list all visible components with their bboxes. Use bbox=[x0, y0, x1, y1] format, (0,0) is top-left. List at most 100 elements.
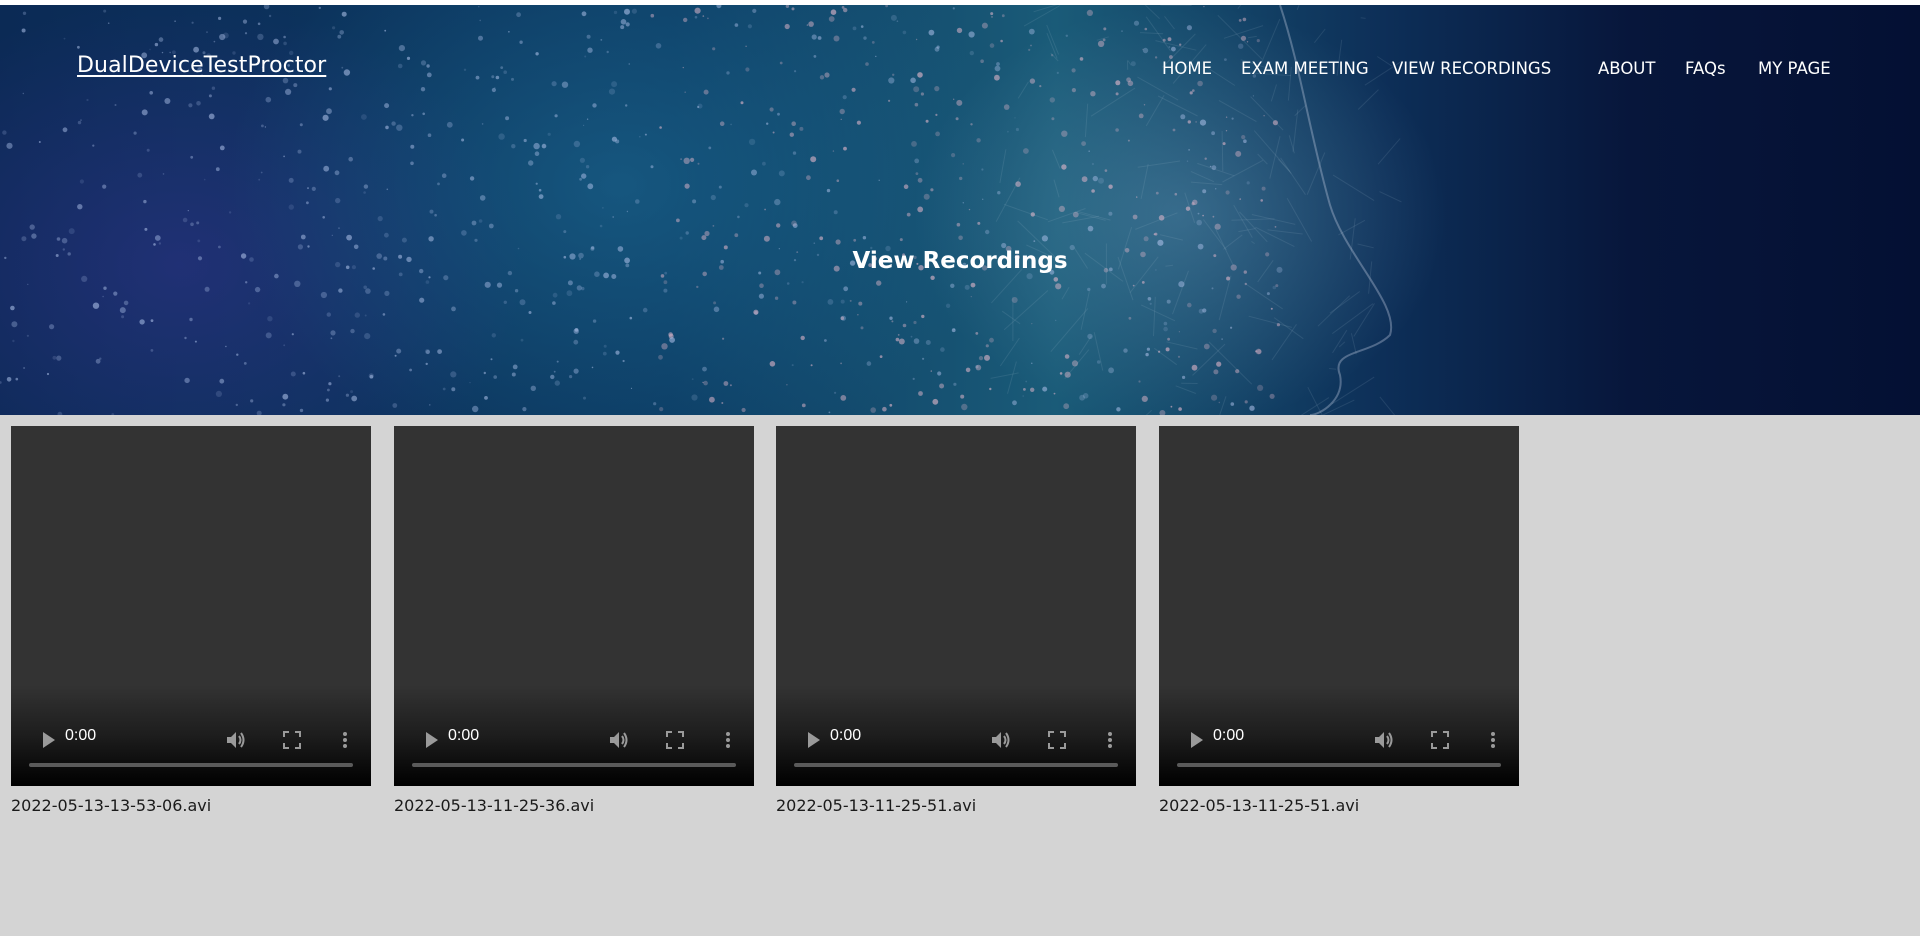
particle-dot bbox=[119, 307, 126, 314]
nav-about[interactable]: ABOUT bbox=[1598, 59, 1655, 78]
nav-my-page[interactable]: MY PAGE bbox=[1758, 59, 1831, 78]
volume-icon[interactable] bbox=[225, 729, 247, 751]
particle-dot bbox=[691, 378, 694, 380]
wireframe-line bbox=[1080, 291, 1090, 330]
particle-dot bbox=[337, 34, 342, 39]
particle-dot bbox=[328, 382, 332, 386]
particle-dot bbox=[1022, 395, 1024, 397]
particle-dot bbox=[776, 223, 781, 228]
particle-dot bbox=[1108, 211, 1113, 216]
volume-icon[interactable] bbox=[608, 729, 630, 751]
video-player[interactable]: 0:00 bbox=[1159, 426, 1519, 786]
video-player[interactable]: 0:00 bbox=[394, 426, 754, 786]
particle-dot bbox=[1163, 326, 1168, 332]
recording-card: 0:00 2022-05-13-11-25-36.avi bbox=[394, 426, 754, 815]
fullscreen-icon[interactable] bbox=[1048, 731, 1066, 749]
fullscreen-icon[interactable] bbox=[1431, 731, 1449, 749]
particle-dot bbox=[603, 344, 607, 348]
more-vertical-icon[interactable] bbox=[342, 731, 348, 749]
video-progress-bar[interactable] bbox=[794, 763, 1118, 767]
particle-dot bbox=[639, 135, 641, 138]
particle-dot bbox=[1230, 402, 1235, 406]
nav-exam-meeting[interactable]: EXAM MEETING bbox=[1241, 59, 1369, 78]
particle-dot bbox=[107, 22, 110, 25]
particle-dot bbox=[6, 142, 13, 149]
nav-view-recordings[interactable]: VIEW RECORDINGS bbox=[1392, 59, 1551, 78]
particle-dot bbox=[133, 131, 137, 135]
video-player[interactable]: 0:00 bbox=[776, 426, 1136, 786]
particle-dot bbox=[625, 104, 628, 107]
particle-dot bbox=[235, 403, 238, 407]
particle-dot bbox=[968, 31, 975, 38]
particle-dot bbox=[903, 184, 909, 189]
particle-dot bbox=[443, 275, 449, 281]
particle-dot bbox=[792, 151, 797, 155]
particle-dot bbox=[925, 119, 929, 123]
particle-dot bbox=[21, 236, 27, 242]
particle-dot bbox=[791, 121, 796, 126]
more-vertical-icon[interactable] bbox=[1490, 731, 1496, 749]
particle-dot bbox=[86, 98, 89, 102]
play-icon[interactable] bbox=[1189, 731, 1205, 749]
video-progress-bar[interactable] bbox=[412, 763, 736, 767]
fullscreen-icon[interactable] bbox=[283, 731, 301, 749]
play-icon[interactable] bbox=[806, 731, 822, 749]
particle-dot bbox=[1146, 347, 1150, 351]
particle-dot bbox=[774, 198, 781, 206]
particle-dot bbox=[766, 122, 769, 125]
particle-dot bbox=[1049, 97, 1056, 103]
particle-dot bbox=[935, 113, 938, 116]
wireframe-line bbox=[1175, 385, 1197, 394]
play-icon[interactable] bbox=[424, 731, 440, 749]
particle-dot bbox=[322, 114, 329, 121]
wireframe-line bbox=[1084, 103, 1089, 138]
video-player[interactable]: 0:00 bbox=[11, 426, 371, 786]
particle-dot bbox=[990, 12, 994, 16]
nav-faqs[interactable]: FAQs bbox=[1685, 59, 1726, 78]
particle-dot bbox=[218, 16, 222, 20]
play-icon[interactable] bbox=[41, 731, 57, 749]
particle-dot bbox=[410, 144, 415, 149]
particle-dot bbox=[1064, 354, 1070, 359]
nav-home[interactable]: HOME bbox=[1162, 59, 1212, 78]
particle-dot bbox=[922, 357, 925, 360]
particle-dot bbox=[592, 103, 597, 108]
particle-dot bbox=[1025, 380, 1028, 383]
particle-dot bbox=[970, 296, 972, 298]
volume-icon[interactable] bbox=[1373, 729, 1395, 751]
particle-dot bbox=[81, 275, 88, 282]
more-vertical-icon[interactable] bbox=[725, 731, 731, 749]
particle-dot bbox=[1042, 386, 1048, 392]
video-progress-bar[interactable] bbox=[29, 763, 353, 767]
particle-dot bbox=[1098, 177, 1104, 184]
volume-icon[interactable] bbox=[990, 729, 1012, 751]
particle-dot bbox=[1144, 27, 1148, 31]
particle-dot bbox=[392, 403, 398, 408]
particle-dot bbox=[1172, 128, 1176, 132]
wireframe-line bbox=[1280, 157, 1306, 195]
particle-dot bbox=[806, 24, 809, 26]
particle-dot bbox=[642, 307, 648, 313]
particle-dot bbox=[1143, 104, 1146, 106]
particle-dot bbox=[962, 202, 964, 204]
particle-dot bbox=[574, 328, 579, 332]
particle-dot bbox=[1061, 130, 1068, 137]
particle-dot bbox=[668, 332, 673, 337]
more-vertical-icon[interactable] bbox=[1107, 731, 1113, 749]
particle-dot bbox=[283, 41, 287, 46]
particle-dot bbox=[740, 101, 744, 105]
particle-dot bbox=[764, 208, 766, 211]
fullscreen-icon[interactable] bbox=[666, 731, 684, 749]
particle-dot bbox=[1242, 17, 1247, 22]
particle-dot bbox=[1178, 407, 1182, 411]
particle-dot bbox=[573, 368, 579, 374]
particle-dot bbox=[745, 45, 747, 47]
particle-dot bbox=[985, 344, 989, 348]
particle-dot bbox=[953, 382, 957, 386]
particle-dot bbox=[763, 235, 770, 242]
particle-dot bbox=[914, 158, 920, 164]
particle-dot bbox=[843, 7, 848, 13]
particle-dot bbox=[469, 176, 475, 181]
video-progress-bar[interactable] bbox=[1177, 763, 1501, 767]
particle-dot bbox=[377, 216, 383, 222]
